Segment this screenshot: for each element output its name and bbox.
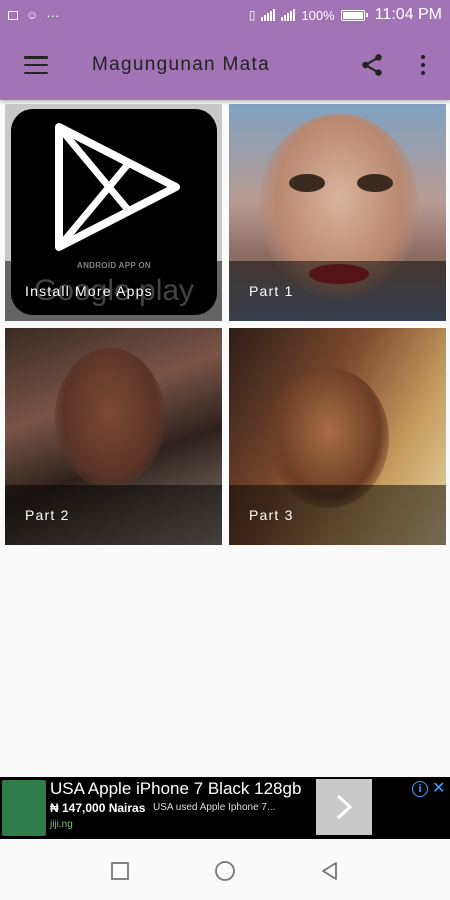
- tile-label-bar: Part 2: [5, 485, 222, 545]
- status-right-icons: ▯ 100% 11:04 PM: [249, 6, 442, 24]
- status-left-icons: ☺ ···: [8, 8, 59, 23]
- ad-info-icon[interactable]: i: [412, 781, 428, 797]
- menu-button[interactable]: [0, 30, 72, 100]
- system-nav-bar: [0, 841, 450, 900]
- signal-icon-2: [281, 9, 296, 21]
- play-triangle-icon: [55, 123, 180, 251]
- more-vert-icon: [421, 55, 425, 75]
- face-photo: [55, 348, 165, 488]
- grid-item-part-1[interactable]: Part 1: [229, 104, 446, 321]
- ad-close-icon[interactable]: ✕: [432, 778, 445, 798]
- tile-label-bar: Part 1: [229, 261, 446, 321]
- app-bar: Magungunan Mata: [0, 30, 450, 100]
- ellipsis-icon: ···: [46, 7, 60, 23]
- back-button[interactable]: [312, 853, 348, 889]
- tile-label-bar: Install More Apps: [5, 261, 222, 321]
- home-button[interactable]: [207, 853, 243, 889]
- page-title: Magungunan Mata: [92, 54, 270, 75]
- eye-right: [357, 174, 393, 192]
- ad-banner[interactable]: USA Apple iPhone 7 Black 128gb ₦ 147,000…: [0, 777, 450, 839]
- share-button[interactable]: [352, 30, 392, 100]
- image-icon: [8, 10, 18, 20]
- menu-icon: [24, 56, 48, 74]
- vibrate-icon: ▯: [248, 8, 256, 22]
- tile-label: Install More Apps: [25, 283, 153, 299]
- ad-domain: jiji.ng: [50, 819, 73, 830]
- tile-label-bar: Part 3: [229, 485, 446, 545]
- ad-open-button[interactable]: [316, 779, 372, 835]
- tile-label: Part 3: [249, 507, 294, 523]
- eye-left: [289, 174, 325, 192]
- ad-subtitle: USA used Apple Iphone 7...: [153, 802, 276, 813]
- grid-item-install-more-apps[interactable]: ANDROID APP ON Google play Install More …: [5, 104, 222, 321]
- ad-title[interactable]: USA Apple iPhone 7 Black 128gb: [50, 779, 301, 799]
- recents-square-icon: [111, 862, 129, 880]
- chevron-right-icon: [336, 794, 353, 820]
- share-icon: [362, 54, 382, 76]
- more-options-button[interactable]: [405, 30, 441, 100]
- signal-icon: [261, 9, 276, 21]
- grid-item-part-2[interactable]: Part 2: [5, 328, 222, 545]
- status-bar: ☺ ··· ▯ 100% 11:04 PM: [0, 0, 450, 30]
- ad-thumbnail[interactable]: [2, 780, 46, 836]
- clock: 11:04 PM: [374, 6, 442, 23]
- ad-price: ₦ 147,000 Nairas: [50, 801, 146, 815]
- recents-button[interactable]: [102, 853, 138, 889]
- battery-percent: 100%: [301, 7, 335, 23]
- battery-icon: [340, 9, 368, 21]
- tile-label: Part 1: [249, 283, 294, 299]
- tile-label: Part 2: [25, 507, 70, 523]
- back-triangle-icon: [322, 862, 337, 880]
- home-circle-icon: [215, 861, 235, 881]
- grid-item-part-3[interactable]: Part 3: [229, 328, 446, 545]
- user-icon: ☺: [26, 8, 39, 22]
